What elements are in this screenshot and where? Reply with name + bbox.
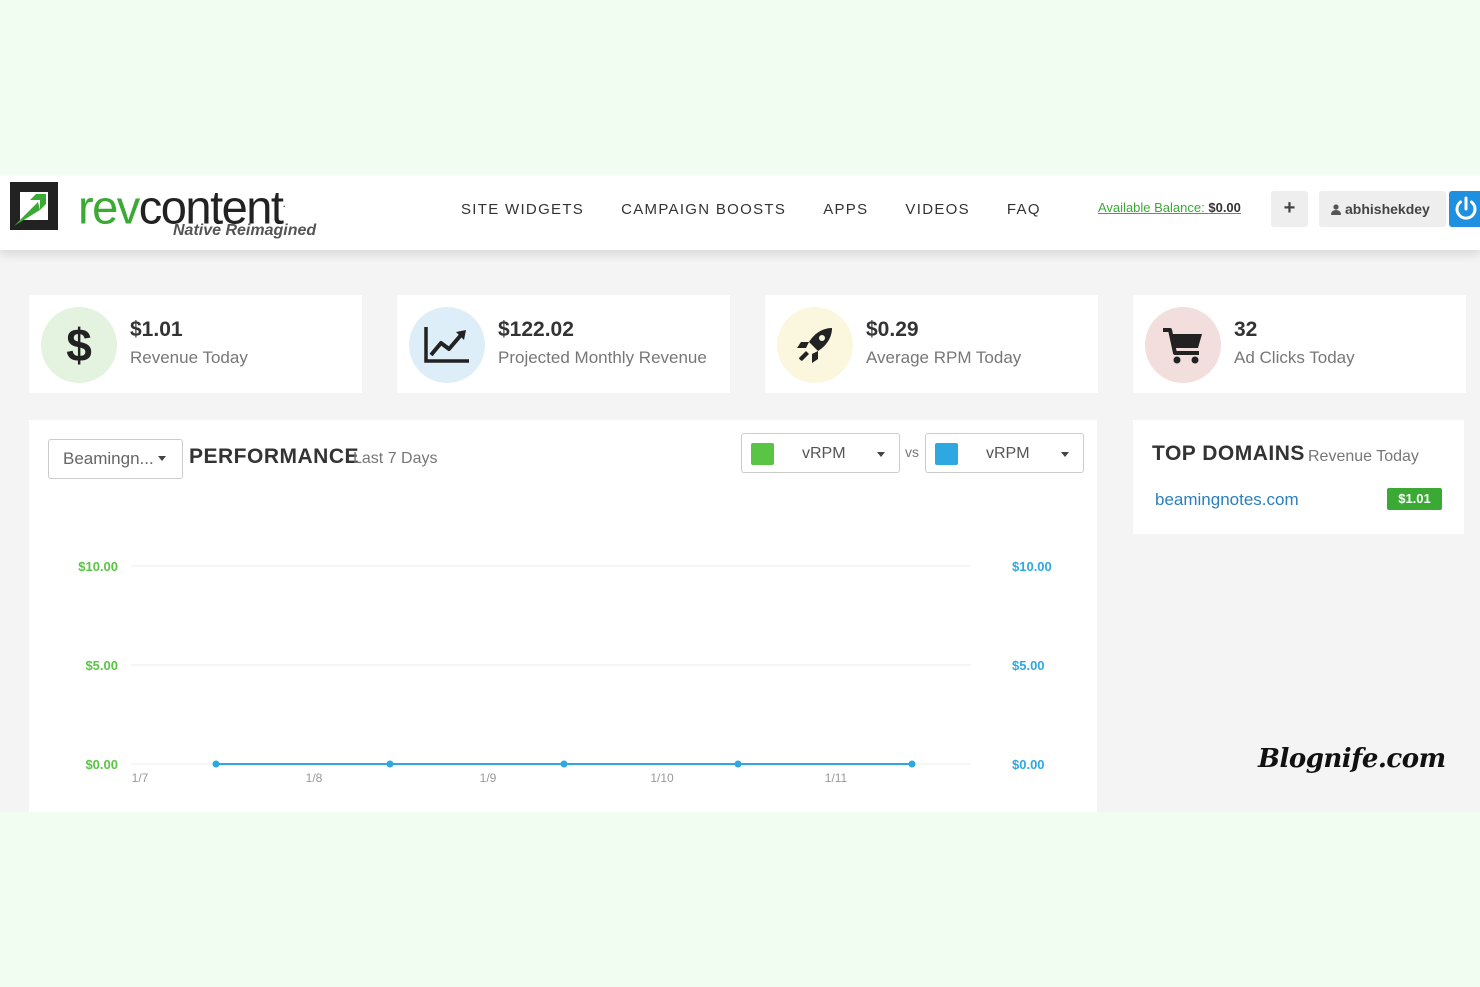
stat-icon-circle bbox=[1145, 307, 1221, 383]
stat-icon-circle bbox=[777, 307, 853, 383]
brand-dot: . bbox=[282, 196, 285, 210]
performance-panel: Beamingn... PERFORMANCE Last 7 Days vRPM… bbox=[29, 420, 1097, 812]
stat-value: $1.01 bbox=[130, 318, 183, 341]
logout-button[interactable] bbox=[1449, 191, 1480, 227]
nav-faq[interactable]: FAQ bbox=[1007, 201, 1041, 218]
y-right-tick-label: $5.00 bbox=[1012, 658, 1045, 673]
add-funds-button[interactable]: + bbox=[1271, 191, 1308, 227]
stat-label: Revenue Today bbox=[130, 348, 248, 367]
stat-card-ad-clicks: 32 Ad Clicks Today bbox=[1133, 295, 1466, 393]
stat-value: $122.02 bbox=[498, 318, 574, 341]
trend-chart-icon bbox=[424, 327, 469, 363]
stat-card-revenue-today: $ $1.01 Revenue Today bbox=[29, 295, 362, 393]
y-left-tick-label: $10.00 bbox=[78, 559, 118, 574]
top-domains-title: TOP DOMAINS bbox=[1152, 442, 1305, 465]
nav-campaign-boosts[interactable]: CAMPAIGN BOOSTS bbox=[621, 201, 786, 218]
watermark-text: Blognife.com bbox=[1258, 744, 1446, 774]
stat-icon-circle: $ bbox=[41, 307, 117, 383]
nav-apps[interactable]: APPS bbox=[823, 201, 868, 218]
user-icon bbox=[1331, 204, 1341, 215]
domain-link[interactable]: beamingnotes.com bbox=[1155, 490, 1299, 510]
series-point bbox=[734, 760, 742, 768]
y-right-tick-label: $10.00 bbox=[1012, 559, 1052, 574]
series-point bbox=[212, 760, 220, 768]
dollar-icon: $ bbox=[66, 322, 92, 368]
stat-icon-circle bbox=[409, 307, 485, 383]
power-icon bbox=[1455, 196, 1477, 220]
top-header: revcontent. Native Reimagined SITE WIDGE… bbox=[0, 175, 1480, 250]
brand-prefix: rev bbox=[78, 180, 140, 234]
y-left-tick-label: $5.00 bbox=[85, 658, 118, 673]
y-left-tick-label: $0.00 bbox=[85, 757, 118, 772]
series-point bbox=[908, 760, 916, 768]
y-right-tick-label: $0.00 bbox=[1012, 757, 1045, 772]
x-tick-label: 1/10 bbox=[650, 771, 674, 785]
revcontent-logo-icon[interactable] bbox=[10, 182, 58, 230]
stat-card-projected-monthly: $122.02 Projected Monthly Revenue bbox=[397, 295, 730, 393]
nav-site-widgets[interactable]: SITE WIDGETS bbox=[461, 201, 584, 218]
x-tick-label: 1/7 bbox=[132, 771, 149, 785]
stat-label: Average RPM Today bbox=[866, 348, 1022, 367]
brand-tagline: Native Reimagined bbox=[173, 222, 317, 239]
svg-text:$: $ bbox=[66, 322, 92, 368]
x-tick-label: 1/9 bbox=[480, 771, 497, 785]
user-menu-button[interactable]: abhishekdey bbox=[1319, 191, 1446, 227]
performance-chart: $10.00 $10.00 $5.00 $5.00 $0.00 $0.00 1/7 1/8 1/… bbox=[78, 559, 1052, 785]
stat-label: Projected Monthly Revenue bbox=[498, 348, 707, 367]
stat-label: Ad Clicks Today bbox=[1234, 348, 1355, 367]
stat-value: $0.29 bbox=[866, 318, 919, 341]
balance-value: $0.00 bbox=[1208, 200, 1241, 215]
dashboard-screenshot: revcontent. Native Reimagined SITE WIDGE… bbox=[0, 175, 1480, 812]
balance-label: Available Balance: bbox=[1098, 200, 1205, 215]
series-point bbox=[386, 760, 394, 768]
series-point bbox=[560, 760, 568, 768]
domain-revenue-badge: $1.01 bbox=[1387, 488, 1442, 510]
stat-value: 32 bbox=[1234, 318, 1258, 341]
available-balance-link[interactable]: Available Balance: $0.00 bbox=[1098, 200, 1241, 215]
stat-card-average-rpm: $0.29 Average RPM Today bbox=[765, 295, 1098, 393]
main-nav: SITE WIDGETS CAMPAIGN BOOSTS APPS VIDEOS… bbox=[461, 201, 1078, 218]
top-domains-panel: TOP DOMAINS Revenue Today beamingnotes.c… bbox=[1133, 420, 1464, 534]
cart-icon bbox=[1163, 328, 1202, 364]
username: abhishekdey bbox=[1345, 201, 1430, 217]
nav-videos[interactable]: VIDEOS bbox=[905, 201, 969, 218]
x-tick-label: 1/8 bbox=[306, 771, 323, 785]
x-tick-label: 1/11 bbox=[825, 771, 848, 785]
rocket-icon bbox=[797, 328, 832, 363]
top-domains-subtitle: Revenue Today bbox=[1308, 448, 1419, 465]
